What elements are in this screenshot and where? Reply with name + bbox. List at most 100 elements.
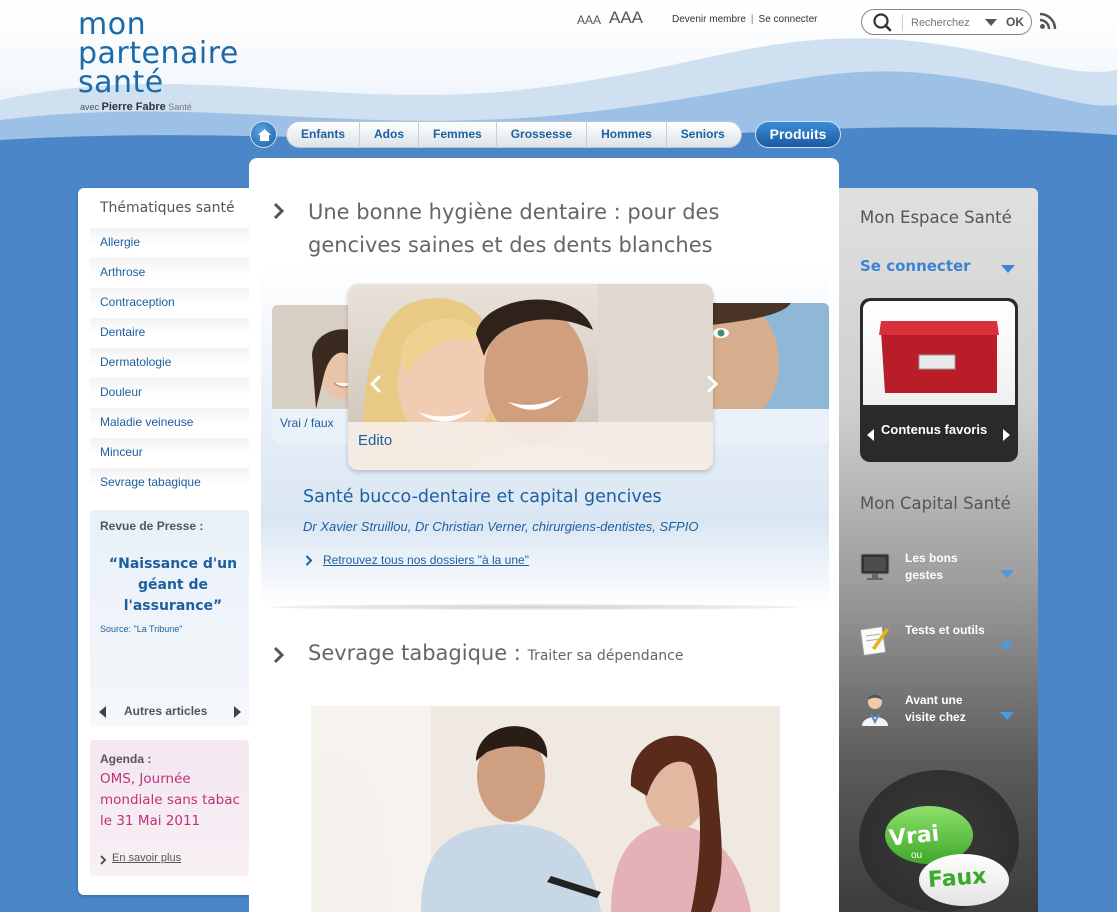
chevron-down-icon bbox=[1000, 712, 1014, 720]
home-button[interactable] bbox=[250, 121, 277, 148]
chevron-down-icon bbox=[1000, 570, 1014, 578]
favoris-next-icon[interactable] bbox=[1003, 429, 1010, 441]
revue-de-presse-box: Revue de Presse : “Naissance d'un géant … bbox=[90, 510, 249, 726]
autres-articles-link[interactable]: Autres articles bbox=[124, 704, 207, 718]
nav-item-hommes[interactable]: Hommes bbox=[587, 121, 667, 148]
rss-icon[interactable] bbox=[1039, 12, 1057, 30]
search-input[interactable] bbox=[902, 14, 982, 31]
capital-item-avant-visite[interactable]: Avant une visite chez bbox=[858, 692, 1018, 752]
faux-label: Faux bbox=[927, 863, 988, 894]
chevron-down-icon[interactable] bbox=[985, 19, 997, 26]
section-divider bbox=[269, 604, 799, 610]
section2-title[interactable]: Sevrage tabagique : Traiter sa dépendanc… bbox=[308, 641, 683, 665]
top-links: Devenir membre | Se connecter bbox=[672, 14, 817, 25]
nav-item-seniors[interactable]: Seniors bbox=[667, 121, 739, 148]
logo-brand: Pierre Fabre bbox=[101, 101, 166, 113]
carousel-next-icon[interactable] bbox=[705, 374, 719, 394]
logo-text-line2: partenaire bbox=[78, 36, 239, 71]
revue-title: Revue de Presse : bbox=[100, 519, 204, 533]
sidebar-item-contraception[interactable]: Contraception bbox=[90, 288, 249, 318]
sidebar-item-arthrose[interactable]: Arthrose bbox=[90, 258, 249, 288]
sidebar-item-maladie-veineuse[interactable]: Maladie veineuse bbox=[90, 408, 249, 438]
sidebar-item-allergie[interactable]: Allergie bbox=[90, 228, 249, 258]
consultation-photo[interactable] bbox=[311, 706, 780, 912]
main-nav: Enfants Ados Femmes Grossesse Hommes Sen… bbox=[286, 121, 742, 148]
logo-avec: avec bbox=[80, 102, 100, 112]
consultation-photo-image bbox=[311, 706, 780, 912]
slide-main-caption-bar: Edito bbox=[348, 422, 713, 470]
revue-nav: Autres articles bbox=[99, 704, 241, 720]
thematiques-list: Allergie Arthrose Contraception Dentaire… bbox=[90, 228, 249, 498]
section2-subtitle: Traiter sa dépendance bbox=[527, 648, 684, 664]
contenus-favoris-label: Contenus favoris bbox=[881, 422, 988, 437]
left-sidebar: Thématiques santé Allergie Arthrose Cont… bbox=[78, 188, 249, 895]
search-icon[interactable] bbox=[871, 12, 893, 32]
nav-item-enfants[interactable]: Enfants bbox=[287, 121, 361, 148]
sidebar-item-dentaire[interactable]: Dentaire bbox=[90, 318, 249, 348]
se-connecter-button[interactable]: Se connecter bbox=[860, 257, 971, 275]
en-savoir-plus-link[interactable]: En savoir plus bbox=[112, 852, 181, 864]
logo-brand-sub: Santé bbox=[168, 102, 192, 112]
text-size-small-button[interactable]: AAA bbox=[577, 13, 601, 27]
capital-item-label: Tests et outils bbox=[905, 623, 985, 637]
chevron-right-icon bbox=[273, 202, 285, 220]
favoris-prev-icon[interactable] bbox=[867, 429, 874, 441]
site-logo[interactable]: mon partenaire santé avec Pierre Fabre S… bbox=[78, 7, 239, 114]
devenir-membre-link[interactable]: Devenir membre bbox=[672, 14, 746, 25]
chevron-right-icon bbox=[100, 855, 107, 865]
produits-button[interactable]: Produits bbox=[755, 121, 841, 148]
revue-prev-icon[interactable] bbox=[99, 706, 106, 718]
feature-authors: Dr Xavier Struillou, Dr Christian Verner… bbox=[303, 519, 699, 534]
feature-title[interactable]: Santé bucco-dentaire et capital gencives bbox=[303, 487, 662, 507]
mon-capital-sante-title: Mon Capital Santé bbox=[860, 494, 1011, 513]
chevron-down-icon[interactable] bbox=[1001, 265, 1015, 273]
search-box: OK bbox=[861, 9, 1032, 35]
nav-item-ados[interactable]: Ados bbox=[360, 121, 420, 148]
capital-item-label: Les bons gestes bbox=[905, 551, 958, 582]
se-connecter-link[interactable]: Se connecter bbox=[759, 14, 818, 25]
monitor-icon bbox=[860, 553, 890, 580]
carousel-prev-icon[interactable] bbox=[369, 374, 383, 394]
chevron-down-icon bbox=[1000, 642, 1014, 650]
headline[interactable]: Une bonne hygiène dentaire : pour des ge… bbox=[308, 196, 778, 262]
chevron-right-icon bbox=[273, 646, 285, 664]
carousel-side-slide-right[interactable] bbox=[701, 303, 829, 445]
logo-text-line3: santé bbox=[78, 65, 164, 100]
sidebar-item-minceur[interactable]: Minceur bbox=[90, 438, 249, 468]
revue-quote[interactable]: “Naissance d'un géant de l'assurance” bbox=[98, 554, 248, 617]
dossiers-a-la-une-link[interactable]: Retrouvez tous nos dossiers "à la une" bbox=[323, 553, 529, 567]
slide-left-caption: Vrai / faux bbox=[280, 416, 334, 430]
mon-espace-sante-title: Mon Espace Santé bbox=[860, 208, 1012, 227]
logo-subtitle: avec Pierre Fabre Santé bbox=[80, 101, 239, 113]
agenda-title: Agenda : bbox=[100, 752, 152, 766]
sidebar-item-sevrage-tabagique[interactable]: Sevrage tabagique bbox=[90, 468, 249, 498]
section2-title-text: Sevrage tabagique : bbox=[308, 641, 521, 665]
home-icon bbox=[258, 129, 271, 141]
revue-next-icon[interactable] bbox=[234, 706, 241, 718]
main-content: Une bonne hygiène dentaire : pour des ge… bbox=[249, 158, 839, 912]
search-ok-button[interactable]: OK bbox=[1006, 15, 1024, 29]
top-links-separator: | bbox=[750, 14, 754, 25]
text-size-large-button[interactable]: AAA bbox=[609, 8, 643, 28]
thematiques-title: Thématiques santé bbox=[100, 200, 235, 216]
chevron-right-icon bbox=[305, 555, 313, 566]
vrai-label: Vrai bbox=[887, 821, 941, 852]
agenda-box: Agenda : OMS, Journée mondiale sans taba… bbox=[90, 740, 249, 876]
right-sidebar: Mon Espace Santé Se connecter Contenus f… bbox=[839, 188, 1038, 912]
sidebar-item-douleur[interactable]: Douleur bbox=[90, 378, 249, 408]
slide-main-caption: Edito bbox=[358, 432, 393, 449]
contenus-favoris-box[interactable]: Contenus favoris bbox=[860, 298, 1018, 462]
capital-item-tests-outils[interactable]: Tests et outils bbox=[858, 622, 1018, 682]
slide-right-caption-bar bbox=[701, 409, 829, 445]
notepad-pencil-icon bbox=[859, 626, 889, 656]
nav-item-femmes[interactable]: Femmes bbox=[419, 121, 497, 148]
ou-label: ou bbox=[911, 850, 923, 861]
carousel-main-slide[interactable]: Edito bbox=[348, 284, 713, 470]
revue-source: Source: "La Tribune" bbox=[100, 624, 183, 634]
logo-text-line1: mon bbox=[78, 7, 147, 42]
nav-item-grossesse[interactable]: Grossesse bbox=[497, 121, 588, 148]
capital-item-bons-gestes[interactable]: Les bons gestes bbox=[858, 550, 1018, 610]
agenda-text[interactable]: OMS, Journée mondiale sans tabac le 31 M… bbox=[100, 769, 240, 832]
favoris-image-frame bbox=[863, 301, 1015, 405]
sidebar-item-dermatologie[interactable]: Dermatologie bbox=[90, 348, 249, 378]
